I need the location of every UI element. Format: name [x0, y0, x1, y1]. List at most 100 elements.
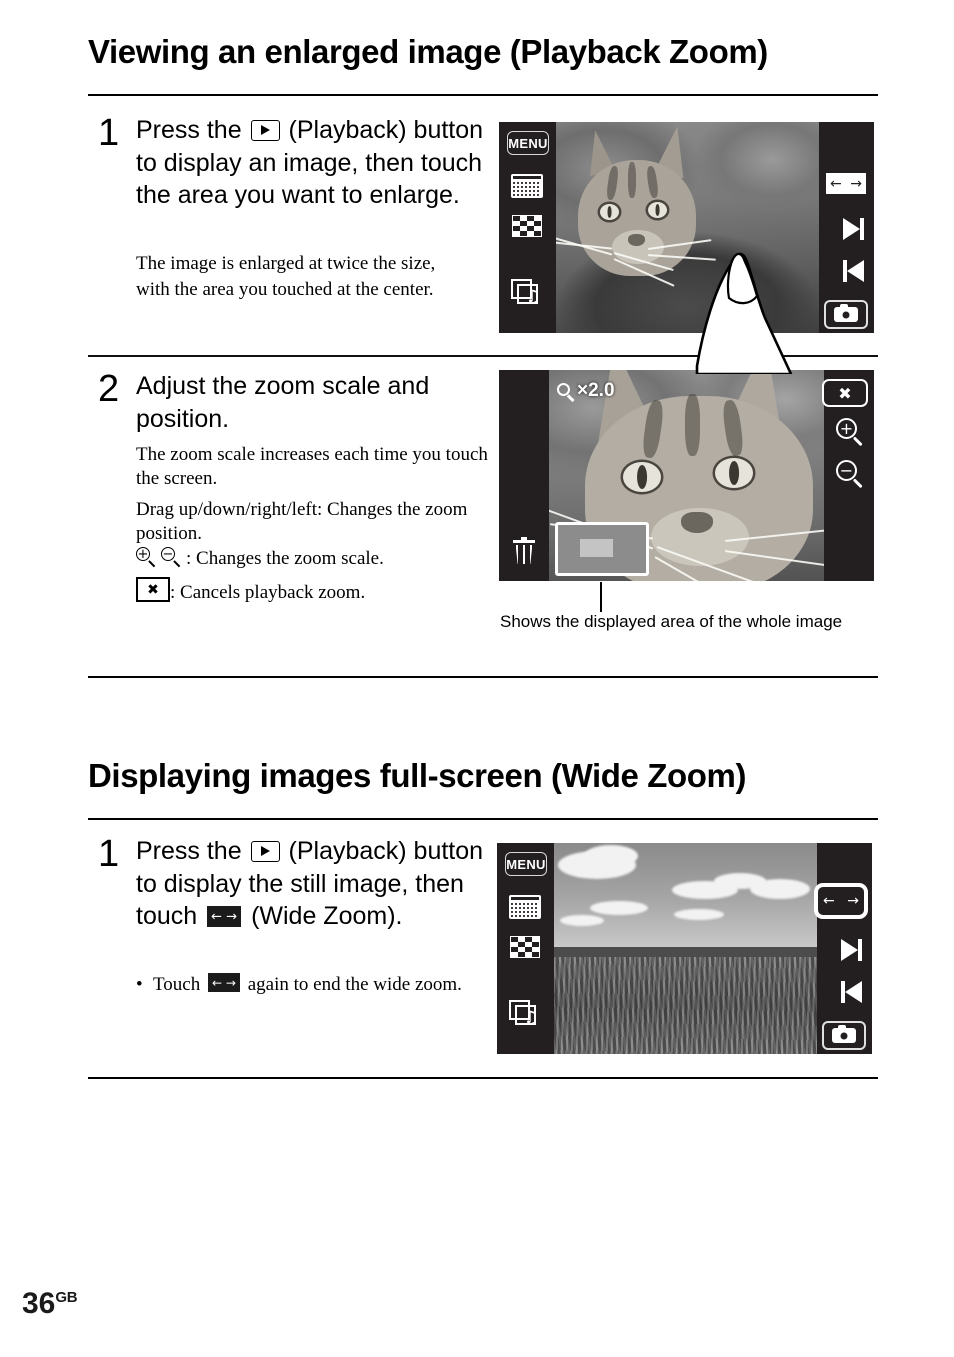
- screen-inner-wide: MENU ♫ ← →: [497, 843, 872, 1054]
- arrow-right-icon: →: [847, 893, 859, 909]
- cat-eye-right: [648, 202, 667, 218]
- previous-image-icon[interactable]: [841, 981, 862, 1003]
- cat-stripe: [628, 162, 636, 198]
- wide-zoom-icon-highlighted[interactable]: ← →: [814, 883, 868, 919]
- bullet-after: again to end the wide zoom.: [247, 974, 462, 995]
- section-2-rule-top: [88, 818, 878, 820]
- shooting-mode-camera-icon[interactable]: [824, 300, 868, 329]
- zoom-in-icon[interactable]: +: [836, 418, 866, 448]
- screen-inner-zoomed: ×2.0 ✖ + −: [499, 370, 874, 581]
- slideshow-icon[interactable]: ♫: [511, 279, 543, 307]
- step-divider-rule: [88, 355, 878, 357]
- camera-screen-wide: MENU ♫ ← →: [497, 843, 872, 1054]
- zoom-scale-indicator: ×2.0: [557, 380, 615, 402]
- s2-title-after: (Wide Zoom).: [251, 902, 403, 930]
- trash-icon[interactable]: [513, 537, 535, 564]
- bullet-dot: •: [136, 974, 143, 995]
- checkerboard-index-icon[interactable]: [510, 936, 540, 958]
- cat-stripe: [685, 394, 700, 456]
- photo-sky-field: [554, 843, 817, 1054]
- page-number-value: 36: [22, 1287, 56, 1320]
- step-number-2: 2: [98, 368, 120, 410]
- cloud: [674, 909, 724, 920]
- section-heading-wide-zoom: Displaying images full-screen (Wide Zoom…: [88, 757, 747, 794]
- section-rule-top: [88, 94, 878, 96]
- magnifier-minus-icon: −: [161, 547, 183, 569]
- trash-can: [515, 545, 533, 564]
- arrow-left-icon: ←: [830, 175, 842, 192]
- camera-screen-zoomed: ×2.0 ✖ + −: [499, 370, 874, 581]
- s2-title-before: Press the: [136, 837, 242, 865]
- slideshow-icon[interactable]: ♫: [509, 1000, 541, 1028]
- next-triangle: [843, 218, 860, 240]
- next-image-icon[interactable]: [843, 218, 864, 240]
- step-2-body-line-1: The zoom scale increases each time you t…: [136, 444, 488, 489]
- step-1-body: The image is enlarged at twice the size,…: [136, 252, 498, 304]
- camera-glyph: [832, 1025, 856, 1043]
- displayed-area-caption: Shows the displayed area of the whole im…: [500, 612, 843, 631]
- step-2-zoom-scale-line: + −: Changes the zoom scale.: [136, 547, 384, 572]
- shooting-mode-camera-icon[interactable]: [822, 1021, 866, 1050]
- wide-zoom-icon: ← →: [207, 906, 242, 927]
- section-1-bottom-rule: [88, 676, 878, 678]
- magnifier-plus-icon: +: [136, 547, 158, 569]
- index-calendar-icon[interactable]: [511, 174, 543, 198]
- cancel-x-icon: [136, 577, 170, 602]
- page-region-suffix: GB: [55, 1289, 78, 1306]
- music-note-icon: ♫: [523, 1008, 539, 1028]
- index-calendar-icon[interactable]: [509, 895, 541, 919]
- displayed-area-indicator: [555, 522, 649, 576]
- wide-zoom-icon: ← →: [207, 973, 240, 992]
- step-2-cancel-text: : Cancels playback zoom.: [170, 582, 366, 603]
- next-bar: [858, 939, 862, 961]
- arrow-right-icon: →: [225, 975, 236, 990]
- step-2-body-line-2: Drag up/down/right/left: Changes the zoo…: [136, 498, 468, 544]
- menu-button[interactable]: MENU: [505, 852, 547, 876]
- arrow-right-icon: →: [850, 175, 862, 192]
- step-2-zoom-scale-text: : Changes the zoom scale.: [186, 548, 384, 569]
- cloud: [750, 879, 810, 899]
- arrow-left-icon: ←: [823, 893, 835, 909]
- music-note-icon: ♫: [525, 287, 541, 307]
- cat-nose: [628, 234, 645, 246]
- close-x-icon[interactable]: ✖: [822, 379, 868, 407]
- playback-button-icon: [250, 120, 280, 141]
- previous-image-icon[interactable]: [843, 260, 864, 282]
- step-2-cancel-line: : Cancels playback zoom.: [136, 577, 365, 606]
- field: [554, 957, 817, 1054]
- trash-lid: [513, 540, 535, 543]
- step-2-title: Adjust the zoom scale and position.: [136, 372, 430, 433]
- screen-inner-playback: MENU ♫ ← →: [499, 122, 874, 333]
- prev-triangle: [845, 981, 862, 1003]
- cloud: [590, 901, 648, 915]
- photo-background: [556, 122, 819, 333]
- step-2-body: The zoom scale increases each time you t…: [136, 443, 494, 548]
- cat-eye-left: [623, 462, 661, 492]
- cat-eye-right: [715, 458, 753, 488]
- caption-leader-line: [600, 582, 602, 612]
- photo-landscape: [554, 843, 817, 1054]
- zoom-out-icon[interactable]: −: [836, 460, 866, 490]
- step-1-body-line-1: The image is enlarged at twice the size,: [136, 253, 436, 274]
- cloud: [584, 845, 638, 867]
- menu-button[interactable]: MENU: [507, 131, 549, 155]
- magnifier-icon: [557, 382, 576, 402]
- section-2-step-number-1: 1: [98, 833, 120, 875]
- bullet-before: Touch: [153, 974, 201, 995]
- checkerboard-index-icon[interactable]: [512, 215, 542, 237]
- step-number-1: 1: [98, 112, 120, 154]
- next-image-icon[interactable]: [841, 939, 862, 961]
- section-heading-playback-zoom: Viewing an enlarged image (Playback Zoom…: [88, 33, 768, 70]
- zoom-out-handle: [853, 478, 863, 488]
- next-bar: [860, 218, 864, 240]
- prev-triangle: [847, 260, 864, 282]
- camera-glyph: [834, 304, 858, 322]
- page-number: 36GB: [22, 1287, 78, 1321]
- next-triangle: [841, 939, 858, 961]
- section-2-bullet: • Touch ← → again to end the wide zoom.: [136, 973, 476, 998]
- arrow-left-icon: ←: [211, 975, 223, 990]
- section-2-bottom-rule: [88, 1077, 878, 1079]
- wide-zoom-icon[interactable]: ← →: [826, 173, 866, 194]
- photo-cat: [556, 122, 819, 333]
- step-1-title-before: Press the: [136, 116, 242, 144]
